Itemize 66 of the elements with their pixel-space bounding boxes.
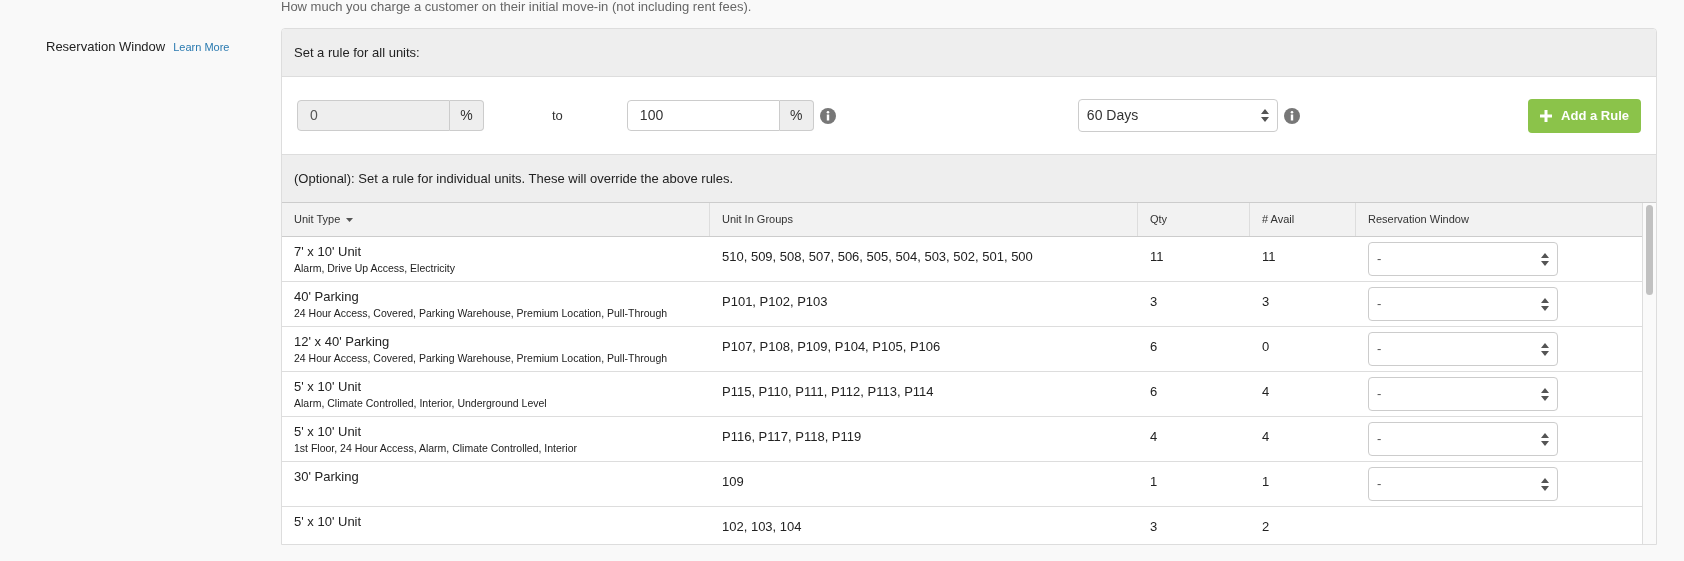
unit-type-name: 5' x 10' Unit — [294, 514, 363, 529]
to-label: to — [552, 106, 563, 125]
unit-groups: P107, P108, P109, P104, P105, P106 — [722, 339, 941, 354]
avail-cell: 3 — [1262, 294, 1270, 309]
unit-groups: 510, 509, 508, 507, 506, 505, 504, 503, 502, 501, 500 — [722, 249, 1033, 264]
optional-rule-title: (Optional): Set a rule for individual units. These will override the above rules. — [294, 169, 734, 188]
reservation-select[interactable]: - — [1368, 377, 1558, 411]
column-header[interactable]: Reservation Window — [1356, 203, 1642, 236]
updown-arrows-icon — [1541, 297, 1549, 311]
column-header[interactable]: # Avail — [1250, 203, 1356, 236]
qty-cell: 6 — [1150, 339, 1158, 354]
learn-more-link[interactable]: Learn More — [173, 39, 230, 56]
unit-groups: P101, P102, P103 — [722, 294, 828, 309]
qty-cell: 3 — [1150, 519, 1158, 534]
percent-input[interactable]: 100 — [626, 100, 780, 131]
unit-features: Alarm, Climate Controlled, Interior, Underground Level — [294, 397, 548, 410]
unit-features: 24 Hour Access, Covered, Parking Warehouse, Premium Location, Pull-Through — [294, 352, 669, 365]
column-header[interactable]: Unit Type — [282, 203, 710, 236]
percent-unit: % — [450, 100, 484, 131]
reservation-select[interactable]: - — [1368, 467, 1558, 501]
unit-type-name: 5' x 10' Unit — [294, 424, 363, 439]
updown-arrows-icon — [1541, 387, 1549, 401]
unit-type-name: 5' x 10' Unit — [294, 379, 363, 394]
reservation-select[interactable]: - — [1368, 287, 1558, 321]
qty-cell: 11 — [1150, 249, 1164, 264]
caret-down-icon — [346, 217, 354, 222]
column-header[interactable]: Unit In Groups — [710, 203, 1138, 236]
updown-arrows-icon — [1541, 432, 1549, 446]
avail-cell: 2 — [1262, 519, 1270, 534]
unit-type-name: 40' Parking — [294, 289, 360, 304]
avail-cell: 4 — [1262, 429, 1270, 444]
qty-cell: 4 — [1150, 429, 1158, 444]
reservation-select[interactable]: - — [1368, 332, 1558, 366]
info-icon — [1283, 107, 1300, 124]
unit-features: Alarm, Drive Up Access, Electricity — [294, 262, 457, 275]
unit-features: 24 Hour Access, Covered, Parking Warehouse, Premium Location, Pull-Through — [294, 307, 669, 320]
unit-type-name: 12' x 40' Parking — [294, 334, 391, 349]
updown-arrows-icon — [1541, 342, 1549, 356]
percent-unit: % — [779, 100, 814, 131]
updown-arrows-icon — [1541, 252, 1549, 266]
avail-cell: 11 — [1262, 249, 1276, 264]
reservation-select[interactable]: - — [1368, 422, 1558, 456]
period-select[interactable]: 60 Days — [1077, 99, 1278, 132]
unit-groups: 102, 103, 104 — [722, 519, 802, 534]
updown-arrows-icon — [1541, 477, 1549, 491]
scrollbar-thumb[interactable] — [1646, 205, 1653, 295]
info-icon — [819, 107, 836, 124]
unit-features: 1st Floor, 24 Hour Access, Alarm, Climate Controlled, Interior — [294, 442, 579, 455]
avail-cell: 4 — [1262, 384, 1270, 399]
qty-cell: 6 — [1150, 384, 1158, 399]
unit-type-name: 7' x 10' Unit — [294, 244, 363, 259]
qty-cell: 3 — [1150, 294, 1158, 309]
unit-type-name: 30' Parking — [294, 469, 360, 484]
plus-icon — [1540, 109, 1553, 122]
panel-title: Set a rule for all units: — [294, 43, 420, 62]
unit-groups: P115, P110, P111, P112, P113, P114 — [722, 384, 934, 399]
help-text: How much you charge a customer on their initial move-in (not including rent fees). — [281, 0, 752, 14]
qty-cell: 1 — [1150, 474, 1158, 489]
reservation-select[interactable]: - — [1368, 242, 1558, 276]
avail-cell: 0 — [1262, 339, 1270, 354]
updown-arrows-icon — [1260, 109, 1269, 122]
section-label: Reservation Window — [46, 38, 166, 56]
unit-groups: 109 — [722, 474, 744, 489]
unit-groups: P116, P117, P118, P119 — [722, 429, 862, 444]
avail-cell: 1 — [1262, 474, 1270, 489]
column-header[interactable]: Qty — [1138, 203, 1250, 236]
